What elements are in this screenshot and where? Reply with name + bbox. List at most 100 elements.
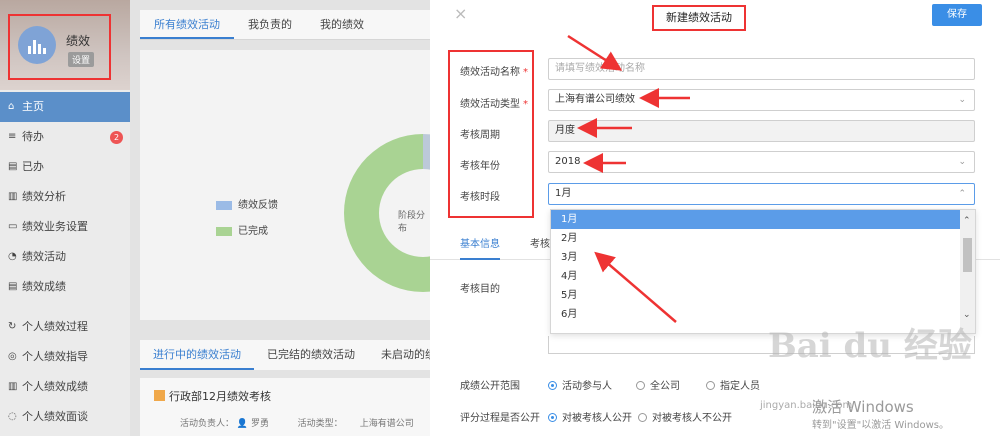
sidebar-item-personal-score[interactable]: ▥ 个人绩效成绩 [0, 372, 130, 402]
watermark: Bai du 经验 [768, 326, 972, 366]
sidebar-item-label: 绩效活动 [22, 250, 66, 263]
segment-dropdown: 1月 2月 3月 4月 5月 6月 ⌃ ⌄ [550, 209, 976, 334]
name-label: 绩效活动名称 * [460, 67, 528, 78]
donut-label: 阶段分布 [398, 211, 426, 234]
legend-label: 已完成 [238, 226, 268, 237]
activity-icon: ◔ [8, 251, 17, 262]
chevron-up-icon[interactable]: ⌃ [963, 216, 971, 226]
sidebar-item-label: 绩效成绩 [22, 280, 66, 293]
evaluation-label: 评分过程是否公开 [460, 413, 540, 424]
close-icon[interactable]: × [454, 4, 467, 23]
dropdown-option[interactable]: 3月 [551, 248, 975, 267]
legend-swatch [216, 226, 232, 236]
visibility-row: 成绩公开范围 活动参与人 全公司 指定人员 [460, 377, 760, 392]
sidebar-item-home[interactable]: ⌂ 主页 [0, 92, 130, 122]
type-label: 活动类型： [297, 419, 343, 429]
process-icon: ↻ [8, 321, 17, 332]
owner-label: 活动负责人： [180, 419, 235, 429]
done-icon: ▤ [8, 161, 18, 172]
type-value: 上海有谱公司 [359, 419, 414, 429]
dropdown-option[interactable]: 2月 [551, 229, 975, 248]
legend-item: 绩效反馈 [216, 196, 278, 211]
settings-icon: ▭ [8, 221, 18, 232]
owner-name: 罗勇 [250, 419, 269, 429]
main-content: 所有绩效活动 我负责的 我的绩效 绩效反馈 已完成 阶段分布 进行中的绩效活动 … [130, 0, 502, 436]
activity-card-meta: 活动负责人： 👤 罗勇 活动类型： 上海有谱公司 [180, 416, 414, 429]
activity-type-select[interactable]: 上海有谱公司绩效 ⌄ [548, 89, 975, 111]
sidebar-item-label: 待办 [22, 130, 44, 143]
activity-icon [154, 390, 165, 401]
tab-finished[interactable]: 已完结的绩效活动 [254, 340, 368, 370]
tab-my-responsible[interactable]: 我负责的 [234, 10, 306, 39]
highlight-box [8, 14, 111, 80]
tab-all-activities[interactable]: 所有绩效活动 [140, 10, 234, 39]
evaluation-option[interactable]: 对被考核人不公开 [638, 409, 732, 424]
radio-selected-icon [548, 381, 557, 390]
sidebar-item-activity[interactable]: ◔ 绩效活动 [0, 242, 130, 272]
sidebar-item-label: 个人绩效过程 [22, 320, 88, 333]
legend-swatch [216, 200, 232, 210]
scrollbar-thumb[interactable] [963, 238, 972, 272]
select-value: 2018 [555, 156, 581, 167]
tab-my-performance[interactable]: 我的绩效 [306, 10, 378, 39]
modal-title: 新建绩效活动 [652, 5, 746, 31]
radio-selected-icon [548, 413, 557, 422]
new-activity-modal: × 新建绩效活动 保存 绩效活动名称 * 请填写绩效活动名称 绩效活动类型 * 上海… [430, 0, 1000, 436]
sidebar-item-personal-interview[interactable]: ◌ 个人绩效面谈 [0, 402, 130, 432]
legend-item: 已完成 [216, 222, 268, 237]
chevron-up-icon: ⌃ [958, 189, 966, 199]
todo-count-badge: 2 [110, 131, 123, 144]
year-select[interactable]: 2018 ⌄ [548, 151, 975, 173]
visibility-option[interactable]: 全公司 [636, 377, 680, 392]
sidebar-item-label: 个人绩效成绩 [22, 380, 88, 393]
activity-card[interactable]: 行政部12月绩效考核 活动负责人： 👤 罗勇 活动类型： 上海有谱公司 [140, 378, 430, 436]
sidebar-item-score[interactable]: ▤ 绩效成绩 [0, 272, 130, 302]
guide-icon: ◎ [8, 351, 17, 362]
tab-basic-info[interactable]: 基本信息 [460, 232, 500, 260]
sidebar-item-personal-process[interactable]: ↻ 个人绩效过程 [0, 312, 130, 342]
activity-card-title: 行政部12月绩效考核 [154, 388, 271, 404]
dropdown-scrollbar[interactable]: ⌃ ⌄ [960, 210, 975, 333]
chevron-down-icon: ⌄ [958, 157, 966, 167]
segment-select[interactable]: 1月 ⌃ [548, 183, 975, 205]
radio-icon [636, 381, 645, 390]
visibility-label: 成绩公开范围 [460, 381, 520, 392]
sidebar-item-label: 主页 [22, 100, 44, 113]
radio-icon [638, 413, 647, 422]
sidebar-item-label: 绩效业务设置 [22, 220, 88, 233]
activity-tabs: 所有绩效活动 我负责的 我的绩效 [140, 10, 430, 40]
period-field: 月度 [548, 120, 975, 142]
sidebar-item-todo[interactable]: ≡ 待办 2 [0, 122, 130, 152]
user-icon: 👤 [236, 419, 249, 429]
analysis-icon: ▥ [8, 191, 18, 202]
tab-assessment[interactable]: 考核 [530, 232, 550, 258]
type-label: 绩效活动类型 * [460, 99, 528, 110]
goal-label: 考核目的 [460, 284, 500, 295]
sidebar-item-label: 绩效分析 [22, 190, 66, 203]
select-value: 上海有谱公司绩效 [555, 94, 635, 105]
sidebar-item-done[interactable]: ▤ 已办 [0, 152, 130, 182]
todo-icon: ≡ [8, 131, 17, 142]
select-value: 1月 [555, 188, 572, 199]
radio-icon [706, 381, 715, 390]
sidebar-item-label: 已办 [22, 160, 44, 173]
sidebar-item-business-settings[interactable]: ▭ 绩效业务设置 [0, 212, 130, 242]
tab-in-progress[interactable]: 进行中的绩效活动 [140, 340, 254, 370]
evaluation-option[interactable]: 对被考核人公开 [548, 409, 632, 424]
save-button[interactable]: 保存 [932, 4, 982, 26]
visibility-option[interactable]: 活动参与人 [548, 377, 612, 392]
sidebar-divider [0, 302, 130, 312]
visibility-option[interactable]: 指定人员 [706, 377, 760, 392]
sidebar: 绩效 设置 ⌂ 主页 ≡ 待办 2 ▤ 已办 ▥ 绩效分析 ▭ 绩效业务设置 ◔… [0, 0, 130, 436]
activation-subtitle: 转到"设置"以激活 Windows。 [812, 420, 950, 431]
dropdown-option[interactable]: 5月 [551, 286, 975, 305]
sidebar-item-analysis[interactable]: ▥ 绩效分析 [0, 182, 130, 212]
dropdown-option[interactable]: 4月 [551, 267, 975, 286]
activity-name-input[interactable]: 请填写绩效活动名称 [548, 58, 975, 80]
segment-label: 考核时段 [460, 192, 500, 203]
home-icon: ⌂ [8, 101, 15, 112]
year-label: 考核年份 [460, 161, 500, 172]
status-tabs: 进行中的绩效活动 已完结的绩效活动 未启动的绩 [140, 340, 436, 370]
sidebar-item-personal-guide[interactable]: ◎ 个人绩效指导 [0, 342, 130, 372]
dropdown-option[interactable]: 1月 [551, 210, 975, 229]
